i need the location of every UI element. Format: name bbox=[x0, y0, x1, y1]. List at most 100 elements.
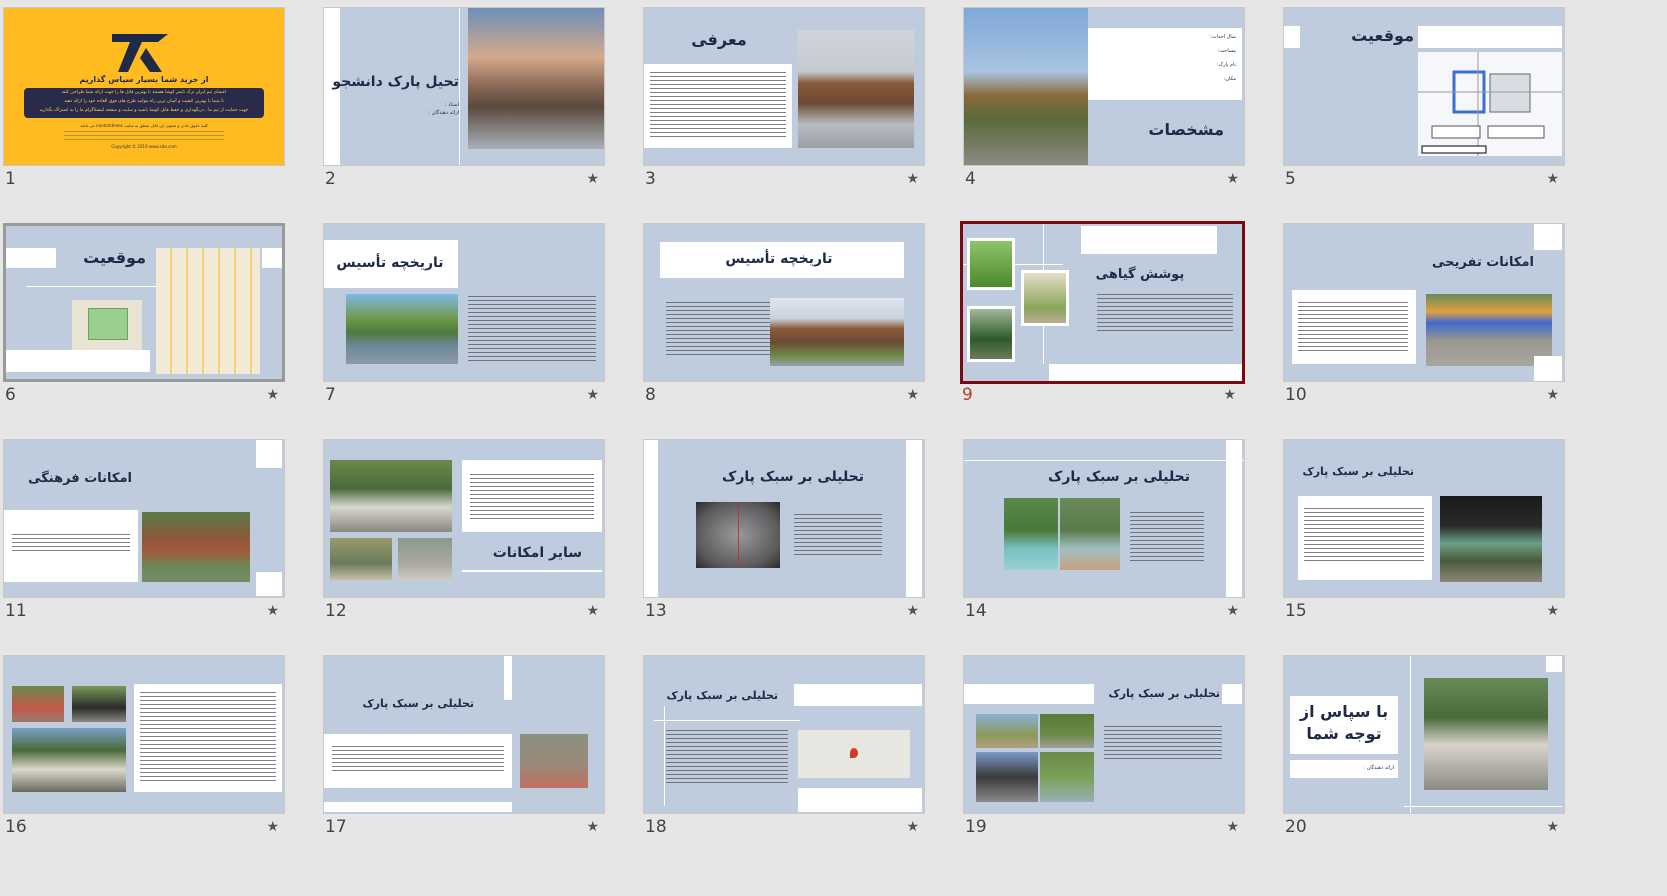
slide-number: 10 bbox=[1285, 385, 1307, 405]
slide-thumbnail[interactable]: تاریخچه تأسیس bbox=[323, 223, 605, 382]
slide-10[interactable]: امکانات تفریحی 10 ★ bbox=[1283, 223, 1565, 439]
slide-7[interactable]: تاریخچه تأسیس 7 ★ bbox=[323, 223, 605, 439]
slide-number: 6 bbox=[5, 385, 16, 405]
park-photo-2 bbox=[1040, 714, 1094, 748]
slide-14[interactable]: تحلیلی بر سبک پارک 14 ★ bbox=[963, 439, 1245, 655]
slide-title: سایر امکانات bbox=[492, 545, 582, 561]
scroll-area bbox=[1570, 0, 1667, 896]
slide-number: 1 bbox=[5, 169, 16, 189]
slide-number: 5 bbox=[1285, 169, 1296, 189]
slide-thumbnail[interactable] bbox=[3, 655, 285, 814]
star-icon[interactable]: ★ bbox=[1546, 170, 1559, 188]
garden-photo bbox=[1004, 498, 1058, 570]
aerial-photo bbox=[696, 502, 780, 568]
star-icon[interactable]: ★ bbox=[586, 170, 599, 188]
park-path-photo bbox=[964, 8, 1088, 165]
slide-number: 16 bbox=[5, 817, 27, 837]
slide-thumbnail[interactable]: تحلیلی بر سبک پارک bbox=[963, 655, 1245, 814]
theater-photo bbox=[798, 30, 914, 148]
slide-thumbnail[interactable]: تحلیلی بر سبک پارک bbox=[323, 655, 605, 814]
slide-thumbnail[interactable]: امکانات فرهنگی bbox=[3, 439, 285, 598]
slide-number: 4 bbox=[965, 169, 976, 189]
slide-17[interactable]: تحلیلی بر سبک پارک 17 ★ bbox=[323, 655, 605, 871]
slide-9[interactable]: پوشش گیاهی 9 ★ bbox=[960, 221, 1245, 437]
slide-number: 19 bbox=[965, 817, 987, 837]
slide-2[interactable]: تحیل پارک دانشجو استاد : ارائه دهندگان :… bbox=[323, 7, 605, 223]
logo-icon bbox=[106, 28, 176, 76]
star-icon[interactable]: ★ bbox=[266, 818, 279, 836]
slide-3[interactable]: معرفی 3 ★ bbox=[643, 7, 925, 223]
thanks-title: از خرید شما بسیار سپاس گذاریم bbox=[79, 75, 209, 84]
star-icon[interactable]: ★ bbox=[266, 386, 279, 404]
slide-number: 3 bbox=[645, 169, 656, 189]
slide-8[interactable]: تاریخچه تأسیس 8 ★ bbox=[643, 223, 925, 439]
sculpture-photo bbox=[12, 728, 126, 792]
slide-thumbnail[interactable]: تحلیلی بر سبک پارک bbox=[1283, 439, 1565, 598]
star-icon[interactable]: ★ bbox=[586, 602, 599, 620]
slide-title: موقعیت bbox=[83, 248, 146, 267]
slide-19[interactable]: تحلیلی بر سبک پارک 19 ★ bbox=[963, 655, 1245, 871]
star-icon[interactable]: ★ bbox=[906, 386, 919, 404]
slide-5[interactable]: موقعیت 5 ★ bbox=[1283, 7, 1565, 223]
monument-photo bbox=[72, 686, 126, 722]
slide-thumbnail[interactable]: تحیل پارک دانشجو استاد : ارائه دهندگان : bbox=[323, 7, 605, 166]
plant-photo bbox=[970, 309, 1012, 359]
slide-thumbnail[interactable]: تحلیلی بر سبک پارک bbox=[643, 439, 925, 598]
slide-number: 20 bbox=[1285, 817, 1307, 837]
slide-20[interactable]: با سپاس از توجه شما ارائه دهندگان : 20 ★ bbox=[1283, 655, 1565, 871]
water-photo bbox=[1060, 498, 1120, 570]
slide-12[interactable]: سایر امکانات 12 ★ bbox=[323, 439, 605, 655]
star-icon[interactable]: ★ bbox=[1226, 602, 1239, 620]
slide-title: تاریخچه تأسیس bbox=[336, 255, 444, 271]
plaza-photo bbox=[520, 734, 588, 788]
slide-number: 11 bbox=[5, 601, 27, 621]
slide-thumbnail[interactable]: پوشش گیاهی bbox=[960, 221, 1245, 384]
slide-16[interactable]: 16 ★ bbox=[3, 655, 285, 871]
star-icon[interactable]: ★ bbox=[1546, 818, 1559, 836]
entrance-photo bbox=[12, 686, 64, 722]
slide-subtitle: توجه شما bbox=[1306, 724, 1382, 743]
slide-6[interactable]: موقعیت 6 ★ bbox=[3, 223, 285, 439]
slide-thumbnail[interactable]: تحلیلی بر سبک پارک bbox=[963, 439, 1245, 598]
slide-number: 12 bbox=[325, 601, 347, 621]
star-icon[interactable]: ★ bbox=[266, 602, 279, 620]
star-icon[interactable]: ★ bbox=[586, 818, 599, 836]
star-icon[interactable]: ★ bbox=[906, 818, 919, 836]
slide-thumbnail[interactable]: از خرید شما بسیار سپاس گذاریم اعضای تیم … bbox=[3, 7, 285, 166]
slide-title: تحلیلی بر سبک پارک bbox=[1108, 687, 1220, 700]
star-icon[interactable]: ★ bbox=[1546, 602, 1559, 620]
slide-thumbnail[interactable]: موقعیت bbox=[1283, 7, 1565, 166]
slide-thumbnail[interactable]: امکانات تفریحی bbox=[1283, 223, 1565, 382]
tree-photo bbox=[1024, 273, 1066, 323]
slide-thumbnail[interactable]: موقعیت bbox=[3, 223, 285, 382]
slide-title: معرفی bbox=[691, 30, 747, 49]
slide-thumbnail[interactable]: معرفی bbox=[643, 7, 925, 166]
fountain-photo-2 bbox=[398, 538, 452, 580]
slide-13[interactable]: تحلیلی بر سبک پارک 13 ★ bbox=[643, 439, 925, 655]
star-icon[interactable]: ★ bbox=[1226, 818, 1239, 836]
slide-4[interactable]: سال احداث: مساحت: نام پارک: مکان: مشخصات… bbox=[963, 7, 1245, 223]
slide-18[interactable]: تحلیلی بر سبک پارک 18 ★ bbox=[643, 655, 925, 871]
slide-number: 14 bbox=[965, 601, 987, 621]
slide-thumbnail[interactable]: تحلیلی بر سبک پارک bbox=[643, 655, 925, 814]
slide-1[interactable]: از خرید شما بسیار سپاس گذاریم اعضای تیم … bbox=[3, 7, 285, 223]
slide-thumbnail[interactable]: سایر امکانات bbox=[323, 439, 605, 598]
building-photo bbox=[142, 512, 250, 582]
slide-15[interactable]: تحلیلی بر سبک پارک 15 ★ bbox=[1283, 439, 1565, 655]
star-icon[interactable]: ★ bbox=[906, 170, 919, 188]
star-icon[interactable]: ★ bbox=[1226, 170, 1239, 188]
park-photo-3 bbox=[976, 752, 1038, 802]
city-map bbox=[156, 248, 260, 374]
star-icon[interactable]: ★ bbox=[1223, 386, 1236, 404]
location-map bbox=[1418, 52, 1562, 156]
star-icon[interactable]: ★ bbox=[1546, 386, 1559, 404]
park-photo-1 bbox=[976, 714, 1038, 748]
slide-title: تاریخچه تأسیس bbox=[725, 251, 833, 267]
star-icon[interactable]: ★ bbox=[906, 602, 919, 620]
slide-thumbnail[interactable]: سال احداث: مساحت: نام پارک: مکان: مشخصات bbox=[963, 7, 1245, 166]
slide-thumbnail[interactable]: با سپاس از توجه شما ارائه دهندگان : bbox=[1283, 655, 1565, 814]
slide-number: 15 bbox=[1285, 601, 1307, 621]
slide-11[interactable]: امکانات فرهنگی 11 ★ bbox=[3, 439, 285, 655]
slide-thumbnail[interactable]: تاریخچه تأسیس bbox=[643, 223, 925, 382]
star-icon[interactable]: ★ bbox=[586, 386, 599, 404]
